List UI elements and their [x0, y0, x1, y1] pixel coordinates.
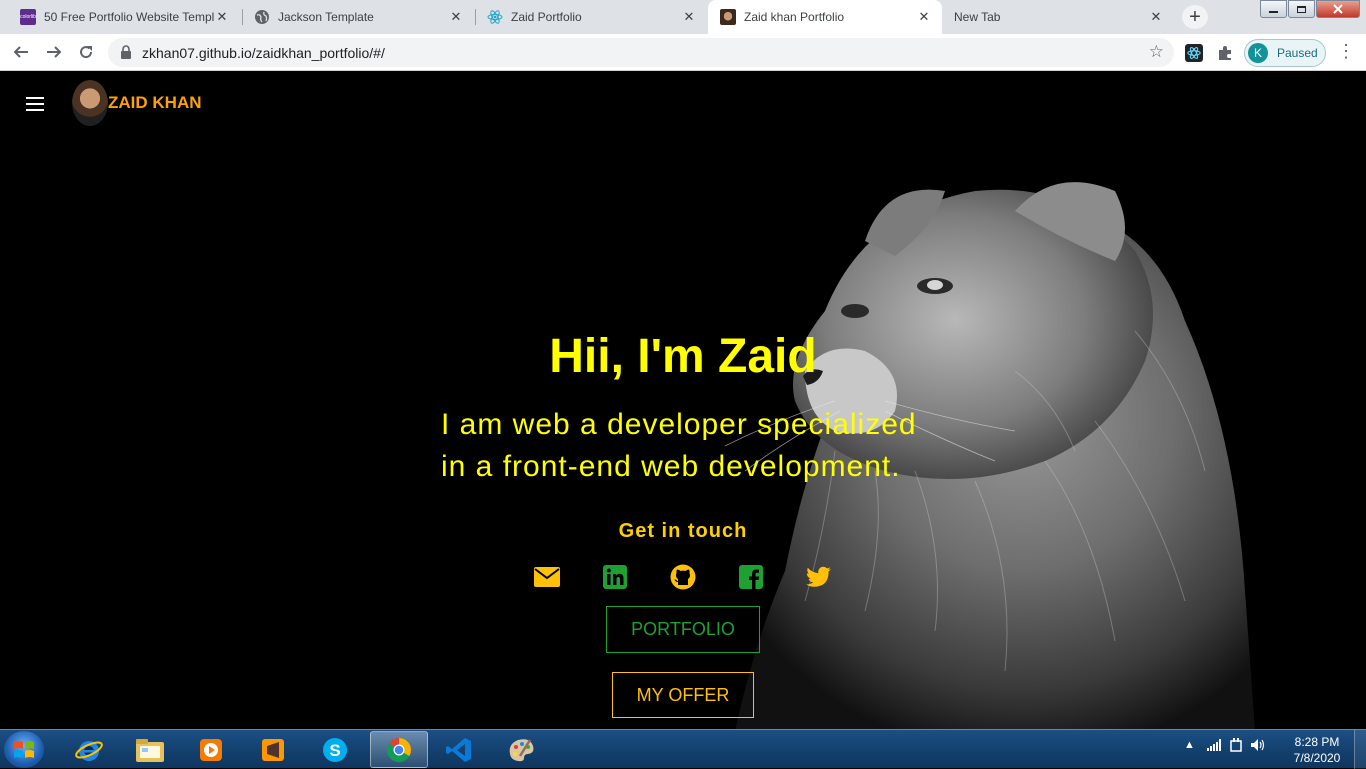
clock-date: 7/8/2020	[1293, 751, 1341, 765]
minimize-button[interactable]	[1260, 0, 1287, 18]
address-bar[interactable]: zkhan07.github.io/zaidkhan_portfolio/#/ …	[108, 38, 1174, 67]
mail-icon[interactable]	[534, 564, 560, 590]
url-text[interactable]: zkhan07.github.io/zaidkhan_portfolio/#/	[142, 45, 385, 61]
close-icon[interactable]: ✕	[214, 9, 230, 25]
system-clock[interactable]: 8:28 PM 7/8/2020	[1288, 734, 1346, 766]
hero-subtitle: I am web a developer specialized in a fr…	[441, 404, 961, 488]
ie-icon[interactable]	[60, 731, 118, 768]
reload-button[interactable]	[74, 40, 98, 64]
tab-title: 50 Free Portfolio Website Templ	[44, 10, 214, 24]
globe-icon	[254, 9, 270, 25]
brand-name[interactable]: ZAID KHAN	[108, 93, 202, 113]
browser-menu-icon[interactable]: ⋮	[1337, 41, 1355, 62]
close-icon[interactable]: ✕	[1148, 9, 1164, 25]
close-icon[interactable]: ✕	[448, 9, 464, 25]
sublime-icon[interactable]	[244, 731, 302, 768]
new-tab-button[interactable]: +	[1182, 5, 1208, 29]
github-icon[interactable]	[670, 564, 696, 590]
hamburger-menu-icon[interactable]	[26, 97, 44, 115]
hero-title: Hii, I'm Zaid	[549, 330, 817, 383]
browser-toolbar: zkhan07.github.io/zaidkhan_portfolio/#/ …	[0, 34, 1366, 71]
paint-icon[interactable]	[492, 731, 550, 768]
tab-new-tab[interactable]: New Tab ✕	[942, 0, 1174, 34]
react-icon	[487, 9, 503, 25]
profile-avatar: K	[1248, 43, 1268, 63]
forward-button[interactable]	[42, 40, 66, 64]
extensions-puzzle-icon[interactable]	[1215, 43, 1235, 63]
system-tray: ▲	[1184, 738, 1265, 752]
tab-jackson[interactable]: Jackson Template ✕	[242, 0, 474, 34]
start-button[interactable]	[4, 731, 44, 768]
avatar[interactable]	[72, 80, 108, 126]
svg-text:S: S	[329, 741, 340, 760]
volume-icon[interactable]	[1250, 739, 1265, 751]
vscode-icon[interactable]	[430, 731, 488, 768]
colorlib-icon: colorlib	[20, 9, 36, 25]
tab-title: Jackson Template	[278, 10, 374, 24]
linkedin-icon[interactable]	[602, 564, 628, 590]
network-signal-icon[interactable]	[1206, 739, 1221, 751]
react-devtools-icon[interactable]	[1184, 43, 1204, 63]
media-player-icon[interactable]	[182, 731, 240, 768]
avatar-icon	[720, 9, 736, 25]
my-offer-button[interactable]: MY OFFER	[612, 672, 754, 718]
portfolio-button[interactable]: PORTFOLIO	[606, 606, 760, 653]
window-controls	[1259, 0, 1360, 18]
twitter-icon[interactable]	[806, 564, 832, 590]
window-close-button[interactable]	[1316, 0, 1360, 18]
skype-icon[interactable]: S	[306, 731, 364, 768]
explorer-icon[interactable]	[121, 731, 179, 768]
tab-zaid-khan-portfolio[interactable]: Zaid khan Portfolio ✕	[708, 0, 942, 34]
power-icon[interactable]	[1230, 738, 1242, 752]
tab-title: Zaid Portfolio	[511, 10, 582, 24]
tab-colorlib[interactable]: colorlib 50 Free Portfolio Website Templ…	[8, 0, 240, 34]
show-desktop-button[interactable]	[1354, 730, 1366, 769]
get-in-touch-heading: Get in touch	[618, 520, 748, 542]
tab-strip: colorlib 50 Free Portfolio Website Templ…	[0, 0, 1366, 34]
tab-title: Zaid khan Portfolio	[744, 10, 845, 24]
clock-time: 8:28 PM	[1294, 735, 1340, 749]
windows-taskbar: S ▲ 8:28 PM 7/8/2020	[0, 729, 1366, 769]
chrome-icon[interactable]	[370, 731, 428, 768]
maximize-button[interactable]	[1288, 0, 1315, 18]
hero-subtitle-line: in a front-end web development.	[441, 450, 901, 483]
tab-zaid-portfolio[interactable]: Zaid Portfolio ✕	[475, 0, 707, 34]
bookmark-star-icon[interactable]: ☆	[1149, 42, 1164, 62]
chevron-up-icon[interactable]: ▲	[1184, 739, 1195, 751]
back-button[interactable]	[9, 40, 33, 64]
profile-status: Paused	[1277, 46, 1318, 60]
tab-title: New Tab	[954, 10, 1001, 24]
profile-button[interactable]: K Paused	[1244, 39, 1326, 67]
portfolio-page: ZAID KHAN Hii, I'm Zaid I am web a devel…	[0, 71, 1366, 729]
close-icon[interactable]: ✕	[916, 9, 932, 25]
facebook-icon[interactable]	[738, 564, 764, 590]
lock-icon[interactable]	[120, 45, 132, 64]
close-icon[interactable]: ✕	[681, 9, 697, 25]
hero-subtitle-line: I am web a developer specialized	[441, 408, 917, 441]
